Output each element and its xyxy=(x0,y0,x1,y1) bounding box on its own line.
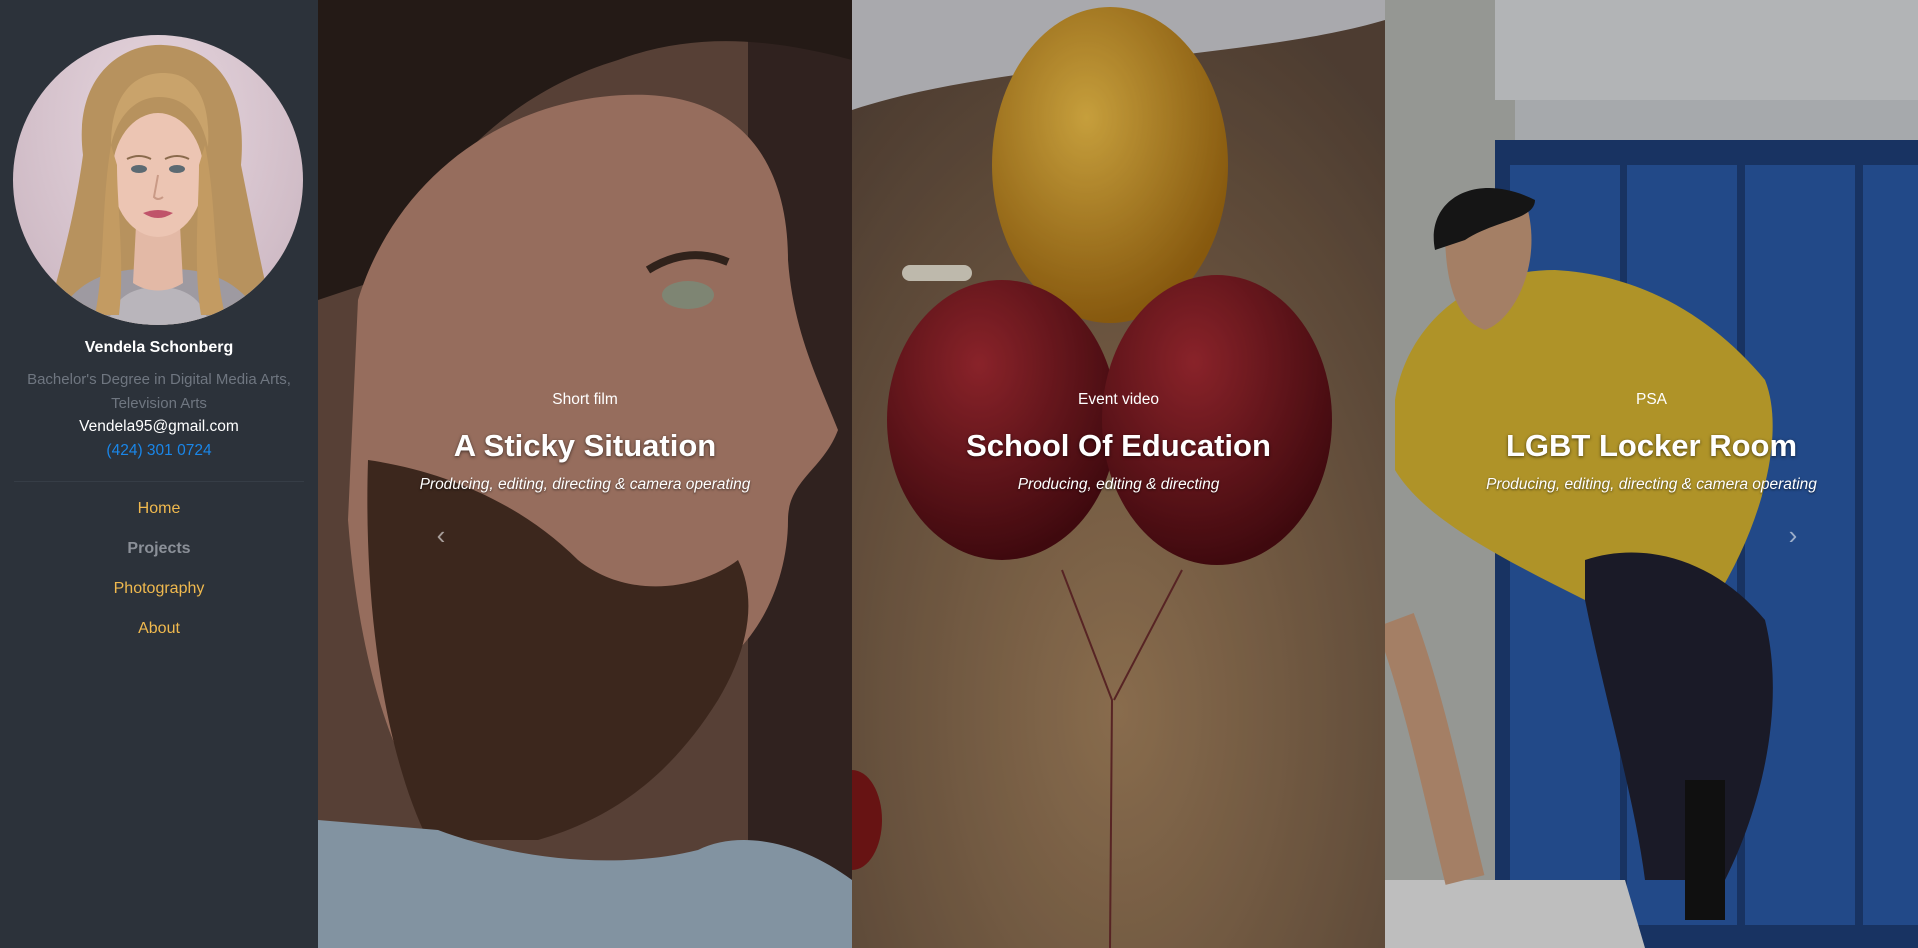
project-slide-lgbt-locker-room[interactable]: PSA LGBT Locker Room Producing, editing,… xyxy=(1385,0,1918,948)
slide-role: Producing, editing, directing & camera o… xyxy=(1486,476,1817,493)
project-slide-sticky-situation[interactable]: Short film A Sticky Situation Producing,… xyxy=(318,0,852,948)
slide-title: A Sticky Situation xyxy=(453,428,717,463)
slide-type: PSA xyxy=(1635,391,1667,408)
profile-phone-link[interactable]: (424) 301 0724 xyxy=(0,442,318,460)
chevron-right-icon[interactable]: › xyxy=(1778,520,1808,550)
nav-item-about[interactable]: About xyxy=(0,616,318,656)
slide-role: Producing, editing & directing xyxy=(1017,476,1220,493)
nav-item-projects[interactable]: Projects xyxy=(0,536,318,576)
profile-degree: Bachelor's Degree in Digital Media Arts,… xyxy=(27,371,291,412)
profile-name: Vendela Schonberg xyxy=(84,339,234,356)
project-slide-school-of-education[interactable]: Event video School Of Education Producin… xyxy=(852,0,1385,948)
chevron-left-icon[interactable]: ‹ xyxy=(426,520,456,550)
slide-title: LGBT Locker Room xyxy=(1505,428,1798,463)
nav-item-home[interactable]: Home xyxy=(0,496,318,536)
slide-role: Producing, editing, directing & camera o… xyxy=(419,476,751,493)
sidebar: Vendela Schonberg Bachelor's Degree in D… xyxy=(0,0,318,948)
slide-type: Short film xyxy=(552,391,618,408)
nav-item-photography[interactable]: Photography xyxy=(0,576,318,616)
project-carousel: Short film A Sticky Situation Producing,… xyxy=(318,0,1918,948)
profile-email: Vendela95@gmail.com xyxy=(79,418,239,435)
portrait-image xyxy=(45,44,275,325)
slide-type: Event video xyxy=(1078,391,1159,408)
slide-title: School Of Education xyxy=(966,428,1271,463)
sidebar-nav: Home Projects Photography About xyxy=(0,496,318,656)
avatar xyxy=(13,35,303,325)
sidebar-divider xyxy=(14,481,304,482)
